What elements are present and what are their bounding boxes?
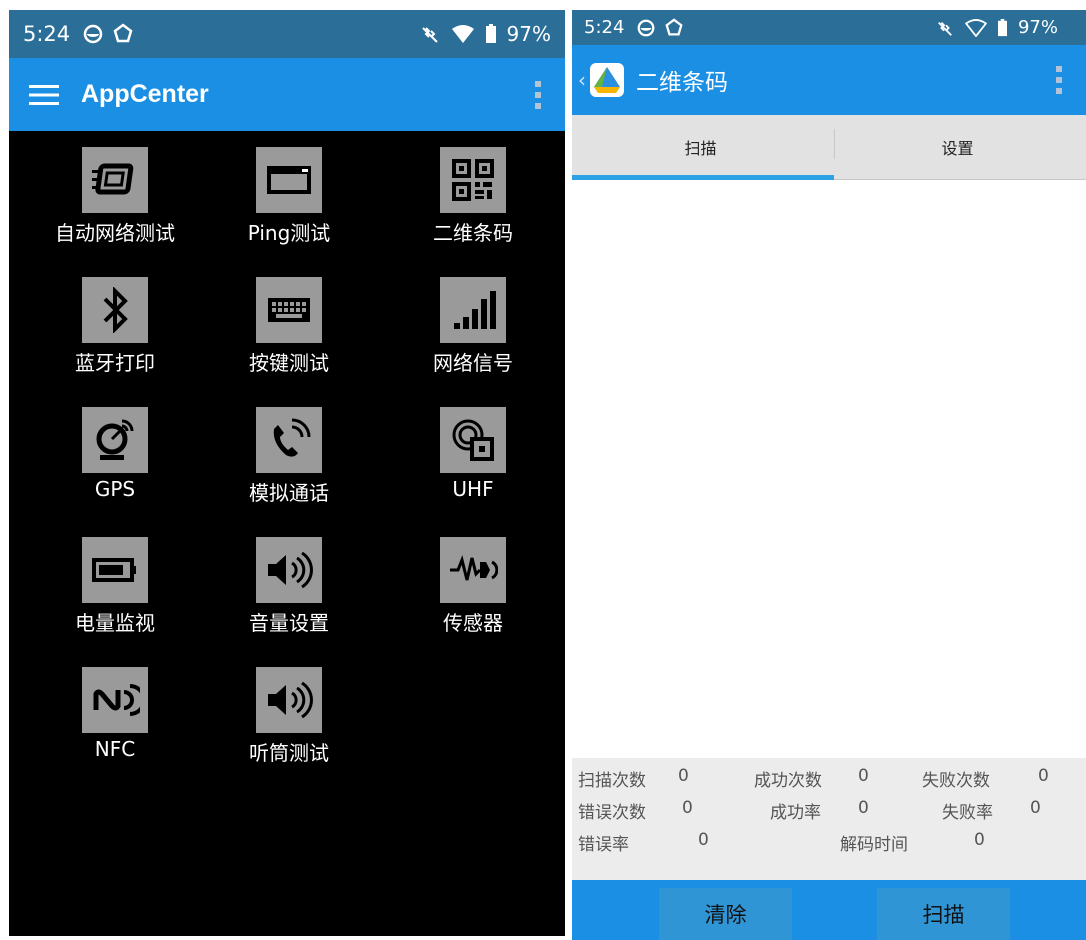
fail-rate-label: 失败率 bbox=[942, 803, 993, 823]
error-count-value: 0 bbox=[682, 798, 693, 818]
scan-count-value: 0 bbox=[678, 766, 689, 786]
app-sensor[interactable]: 传感器 bbox=[383, 537, 563, 636]
status-bar: 5:24 97% bbox=[9, 10, 565, 58]
fail-count-value: 0 bbox=[1038, 766, 1049, 786]
app-label: 自动网络测试 bbox=[55, 221, 175, 245]
status-bar: 5:24 97% bbox=[572, 10, 1086, 45]
signal-bars-icon bbox=[440, 277, 506, 343]
app-title: 二维条码 bbox=[636, 70, 728, 96]
app-label: 按键测试 bbox=[249, 351, 329, 375]
success-count-value: 0 bbox=[858, 766, 869, 786]
fail-count-label: 失败次数 bbox=[922, 771, 990, 791]
uhf-icon bbox=[440, 407, 506, 473]
app-network-signal[interactable]: 网络信号 bbox=[383, 277, 563, 376]
app-bar: AppCenter bbox=[9, 58, 565, 131]
tab-bar: 扫描 设置 bbox=[572, 115, 1086, 180]
tab-scan[interactable]: 扫描 bbox=[572, 115, 829, 179]
app-nfc[interactable]: NFC bbox=[25, 667, 205, 761]
vibrate-off-icon bbox=[421, 27, 438, 43]
bottom-action-bar: 清除 扫描 bbox=[572, 880, 1086, 940]
app-bar: ‹ 二维条码 bbox=[572, 45, 1086, 115]
battery-status-icon bbox=[485, 24, 496, 43]
tab-divider bbox=[834, 129, 835, 159]
loading-status-icon bbox=[665, 17, 684, 35]
battery-icon bbox=[82, 537, 148, 603]
battery-percent: 97% bbox=[1017, 17, 1058, 38]
volume-icon bbox=[256, 537, 322, 603]
qr-code-icon bbox=[440, 147, 506, 213]
loading-status-icon bbox=[113, 23, 133, 43]
status-time: 5:24 bbox=[23, 22, 71, 46]
decode-time-label: 解码时间 bbox=[840, 835, 908, 855]
app-gps[interactable]: GPS bbox=[25, 407, 205, 501]
scan-count-label: 扫描次数 bbox=[578, 771, 646, 791]
app-auto-network-test[interactable]: 自动网络测试 bbox=[25, 147, 205, 246]
status-time: 5:24 bbox=[584, 17, 625, 38]
success-rate-value: 0 bbox=[858, 798, 869, 818]
app-label: 传感器 bbox=[443, 611, 503, 635]
app-grid: 自动网络测试 Ping测试 二维条码 蓝牙打印 按键测试 网络信号 GPS 模拟… bbox=[9, 131, 565, 936]
clear-button[interactable]: 清除 bbox=[659, 888, 792, 940]
success-count-label: 成功次数 bbox=[754, 771, 822, 791]
app-key-test[interactable]: 按键测试 bbox=[199, 277, 379, 376]
app-logo-icon bbox=[590, 63, 624, 97]
satellite-dish-icon bbox=[82, 407, 148, 473]
tab-label: 设置 bbox=[941, 139, 974, 158]
earpiece-icon bbox=[256, 667, 322, 733]
sensor-icon bbox=[440, 537, 506, 603]
success-rate-label: 成功率 bbox=[770, 803, 821, 823]
error-count-label: 错误次数 bbox=[578, 803, 646, 823]
app-label: GPS bbox=[94, 477, 136, 501]
appcenter-screen: 5:24 97% AppCenter 自动网络测试 Ping测试 二维条码 蓝牙… bbox=[9, 10, 565, 936]
tab-indicator bbox=[572, 175, 834, 180]
error-rate-value: 0 bbox=[698, 830, 709, 850]
app-label: 模拟通话 bbox=[249, 481, 329, 505]
app-label: 二维条码 bbox=[433, 221, 513, 245]
app-simulated-call[interactable]: 模拟通话 bbox=[199, 407, 379, 506]
network-test-icon bbox=[82, 147, 148, 213]
app-volume-settings[interactable]: 音量设置 bbox=[199, 537, 379, 636]
decode-time-value: 0 bbox=[974, 830, 985, 850]
sync-status-icon bbox=[638, 19, 655, 36]
back-arrow-icon[interactable]: ‹ bbox=[578, 68, 586, 92]
bluetooth-icon bbox=[82, 277, 148, 343]
app-title: AppCenter bbox=[81, 80, 209, 108]
app-label: UHF bbox=[452, 477, 494, 501]
sync-status-icon bbox=[83, 24, 103, 44]
vibrate-off-icon bbox=[938, 21, 952, 36]
app-label: 音量设置 bbox=[249, 611, 329, 635]
app-label: NFC bbox=[94, 737, 136, 761]
tab-settings[interactable]: 设置 bbox=[829, 115, 1086, 179]
app-label: 网络信号 bbox=[433, 351, 513, 375]
menu-icon[interactable] bbox=[29, 84, 59, 106]
phone-call-icon bbox=[256, 407, 322, 473]
app-label: 电量监视 bbox=[75, 611, 155, 635]
app-earpiece-test[interactable]: 听筒测试 bbox=[199, 667, 379, 766]
scan-result-area bbox=[572, 180, 1086, 758]
stats-panel: 扫描次数 0 成功次数 0 失败次数 0 错误次数 0 成功率 0 失败率 0 … bbox=[572, 758, 1086, 880]
error-rate-label: 错误率 bbox=[578, 835, 629, 855]
nfc-icon bbox=[82, 667, 148, 733]
overflow-menu-icon[interactable] bbox=[535, 80, 541, 109]
app-label: 听筒测试 bbox=[249, 741, 329, 765]
tab-label: 扫描 bbox=[684, 139, 717, 158]
wifi-icon bbox=[451, 25, 474, 43]
app-qr-code[interactable]: 二维条码 bbox=[383, 147, 563, 246]
battery-percent: 97% bbox=[506, 22, 551, 46]
app-battery-monitor[interactable]: 电量监视 bbox=[25, 537, 205, 636]
app-ping-test[interactable]: Ping测试 bbox=[199, 147, 379, 246]
battery-status-icon bbox=[997, 18, 1007, 36]
overflow-menu-icon[interactable] bbox=[1056, 66, 1062, 94]
app-label: Ping测试 bbox=[247, 221, 331, 245]
scan-button[interactable]: 扫描 bbox=[877, 888, 1010, 940]
qr-code-screen: 5:24 97% ‹ 二维条码 扫描 设置 扫描次数 0 成功次数 0 失败次数… bbox=[572, 10, 1086, 940]
app-label: 蓝牙打印 bbox=[75, 351, 155, 375]
wifi-icon bbox=[964, 18, 987, 37]
keyboard-icon bbox=[256, 277, 322, 343]
ping-icon bbox=[256, 147, 322, 213]
app-uhf[interactable]: UHF bbox=[383, 407, 563, 501]
fail-rate-value: 0 bbox=[1030, 798, 1041, 818]
app-bluetooth-print[interactable]: 蓝牙打印 bbox=[25, 277, 205, 376]
